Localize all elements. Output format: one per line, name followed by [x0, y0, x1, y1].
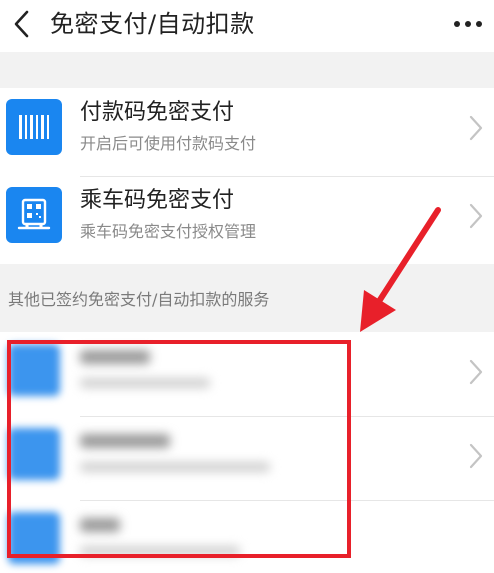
annotation-arrow-icon	[360, 207, 441, 332]
list-item-subtitle: 乘车码免密支付授权管理	[80, 222, 257, 241]
list-item-subtitle: 开启后可使用付款码支付	[80, 134, 257, 153]
section-spacer	[0, 52, 494, 88]
chevron-right-icon	[469, 203, 483, 229]
page-title: 免密支付/自动扣款	[50, 10, 255, 38]
list-item-title: 乘车码免密支付	[80, 188, 235, 213]
chevron-right-icon	[469, 443, 483, 469]
back-button[interactable]	[4, 6, 40, 42]
annotation-highlight-box	[7, 340, 351, 558]
chevron-right-icon	[469, 115, 483, 141]
more-options-button[interactable]	[450, 6, 486, 42]
list-item-title: 付款码免密支付	[80, 100, 235, 125]
chevron-left-icon	[14, 10, 29, 38]
barcode-icon	[6, 99, 62, 155]
section-header-label: 其他已签约免密支付/自动扣款的服务	[8, 290, 270, 309]
chevron-right-icon	[469, 359, 483, 385]
list-item-payment-code[interactable]: 付款码免密支付 开启后可使用付款码支付	[0, 88, 494, 176]
navigation-bar: 免密支付/自动扣款	[0, 0, 494, 52]
more-horizontal-icon	[454, 21, 482, 27]
transit-qr-icon	[6, 187, 62, 243]
